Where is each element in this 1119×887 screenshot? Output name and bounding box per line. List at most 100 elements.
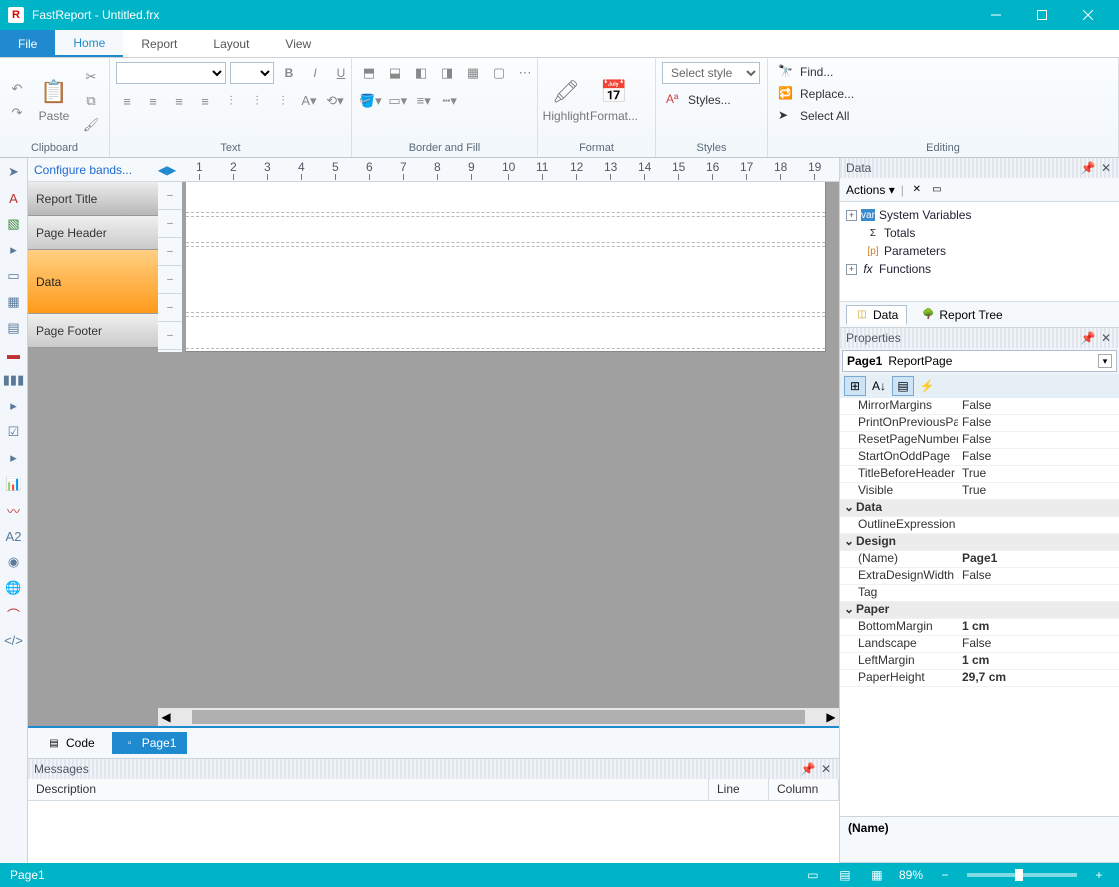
tree-parameters[interactable]: [p]Parameters: [846, 242, 1113, 260]
undo-button[interactable]: ↶: [6, 78, 28, 100]
col-column[interactable]: Column: [769, 779, 839, 800]
border-none-button[interactable]: ▢: [488, 62, 510, 84]
italic-button[interactable]: I: [304, 62, 326, 84]
properties-tab-button[interactable]: ▤: [892, 376, 914, 396]
action-delete-button[interactable]: ✕: [910, 184, 924, 196]
report-tree-tab[interactable]: 🌳Report Tree: [913, 306, 1010, 324]
copy-button[interactable]: ⧉: [80, 90, 102, 112]
checkbox-tool[interactable]: ☑: [4, 422, 24, 442]
property-row[interactable]: PrintOnPreviousPaFalse: [840, 415, 1119, 432]
property-row[interactable]: LandscapeFalse: [840, 636, 1119, 653]
map-tool[interactable]: 🌐: [4, 578, 24, 598]
property-row[interactable]: ResetPageNumberFalse: [840, 432, 1119, 449]
zoom-in-button[interactable]: +: [1089, 866, 1109, 884]
tree-functions[interactable]: +fxFunctions: [846, 260, 1113, 278]
table-tool[interactable]: ▦: [4, 292, 24, 312]
file-tab[interactable]: File: [0, 30, 55, 57]
replace-button[interactable]: 🔁Replace...: [774, 84, 858, 104]
style-select[interactable]: Select style: [662, 62, 760, 84]
format-painter-button[interactable]: 🖌: [80, 114, 102, 136]
select-all-button[interactable]: ➤Select All: [774, 106, 853, 126]
view-mode-3[interactable]: ▦: [867, 866, 887, 884]
property-row[interactable]: (Name)Page1: [840, 551, 1119, 568]
font-family-select[interactable]: [116, 62, 226, 84]
property-row[interactable]: ⌄Design: [840, 534, 1119, 551]
property-row[interactable]: VisibleTrue: [840, 483, 1119, 500]
highlight-button[interactable]: 🖍 Highlight: [544, 68, 588, 134]
data-tab[interactable]: ◫Data: [846, 305, 907, 325]
font-size-select[interactable]: [230, 62, 274, 84]
property-row[interactable]: TitleBeforeHeaderTrue: [840, 466, 1119, 483]
font-color-button[interactable]: A▾: [298, 90, 320, 112]
properties-close-button[interactable]: ✕: [1099, 331, 1113, 345]
richtext-tool[interactable]: A2: [4, 526, 24, 546]
band-report-title[interactable]: Report Title: [28, 182, 158, 216]
data-close-button[interactable]: ✕: [1099, 161, 1113, 175]
view-tab[interactable]: View: [267, 30, 329, 57]
view-mode-1[interactable]: ▭: [803, 866, 823, 884]
report-tab[interactable]: Report: [123, 30, 195, 57]
layout-tab[interactable]: Layout: [195, 30, 267, 57]
col-description[interactable]: Description: [28, 779, 709, 800]
redo-button[interactable]: ↷: [6, 102, 28, 124]
actions-dropdown[interactable]: Actions ▾: [846, 183, 895, 197]
expand-tool[interactable]: ▸: [4, 240, 24, 260]
page1-tab[interactable]: ▫ Page1: [112, 732, 188, 754]
alphabetical-button[interactable]: A↓: [868, 376, 890, 396]
pointer-tool[interactable]: ➤: [4, 162, 24, 182]
close-button[interactable]: [1065, 0, 1111, 30]
configure-bands-link[interactable]: Configure bands...: [28, 158, 158, 182]
align-center-button[interactable]: ≡: [142, 90, 164, 112]
messages-pin-button[interactable]: 📌: [801, 762, 815, 776]
bold-button[interactable]: B: [278, 62, 300, 84]
zoom-slider[interactable]: [967, 873, 1077, 877]
digital-tool[interactable]: ⌒: [4, 604, 24, 624]
property-row[interactable]: StartOnOddPageFalse: [840, 449, 1119, 466]
data-pin-button[interactable]: 📌: [1081, 161, 1095, 175]
band-page-header[interactable]: Page Header: [28, 216, 158, 250]
properties-pin-button[interactable]: 📌: [1081, 331, 1095, 345]
events-tab-button[interactable]: ⚡: [916, 376, 938, 396]
matrix-tool[interactable]: ▤: [4, 318, 24, 338]
col-line[interactable]: Line: [709, 779, 769, 800]
picture-tool[interactable]: ▧: [4, 214, 24, 234]
border-left-button[interactable]: ◧: [410, 62, 432, 84]
border-all-button[interactable]: ▦: [462, 62, 484, 84]
property-row[interactable]: PaperHeight29,7 cm: [840, 670, 1119, 687]
line-color-button[interactable]: ▭▾: [387, 90, 409, 112]
gauge-tool[interactable]: ◉: [4, 552, 24, 572]
property-row[interactable]: ExtraDesignWidthFalse: [840, 568, 1119, 585]
align-right-button[interactable]: ≡: [168, 90, 190, 112]
line-style-button[interactable]: ┅▾: [439, 90, 461, 112]
shape-tool[interactable]: ▭: [4, 266, 24, 286]
cut-button[interactable]: ✂: [80, 66, 102, 88]
find-button[interactable]: 🔭Find...: [774, 62, 837, 82]
property-row[interactable]: Tag: [840, 585, 1119, 602]
subreport-tool[interactable]: ▬: [4, 344, 24, 364]
design-surface[interactable]: ––––––: [158, 182, 839, 708]
rotate-button[interactable]: ⟲▾: [324, 90, 346, 112]
align-justify-button[interactable]: ≡: [194, 90, 216, 112]
code-tab[interactable]: ▤ Code: [36, 732, 106, 754]
styles-button[interactable]: Aª Styles...: [662, 90, 735, 110]
property-row[interactable]: MirrorMarginsFalse: [840, 398, 1119, 415]
property-row[interactable]: OutlineExpression: [840, 517, 1119, 534]
zoom-thumb[interactable]: [1015, 869, 1023, 881]
property-row[interactable]: BottomMargin1 cm: [840, 619, 1119, 636]
border-right-button[interactable]: ◨: [436, 62, 458, 84]
valign-middle-button[interactable]: ⫶: [246, 90, 268, 112]
properties-grid[interactable]: MirrorMarginsFalsePrintOnPreviousPaFalse…: [840, 398, 1119, 816]
line-width-button[interactable]: ≡▾: [413, 90, 435, 112]
html-tool[interactable]: </>: [4, 630, 24, 650]
tree-totals[interactable]: ΣTotals: [846, 224, 1113, 242]
align-left-button[interactable]: ≡: [116, 90, 138, 112]
minimize-button[interactable]: [973, 0, 1019, 30]
expand3-tool[interactable]: ▸: [4, 448, 24, 468]
valign-top-button[interactable]: ⫶: [220, 90, 242, 112]
categorized-button[interactable]: ⊞: [844, 376, 866, 396]
property-row[interactable]: ⌄Data: [840, 500, 1119, 517]
tree-system-variables[interactable]: +varSystem Variables: [846, 206, 1113, 224]
property-row[interactable]: LeftMargin1 cm: [840, 653, 1119, 670]
valign-bottom-button[interactable]: ⫶: [272, 90, 294, 112]
messages-close-button[interactable]: ✕: [819, 762, 833, 776]
